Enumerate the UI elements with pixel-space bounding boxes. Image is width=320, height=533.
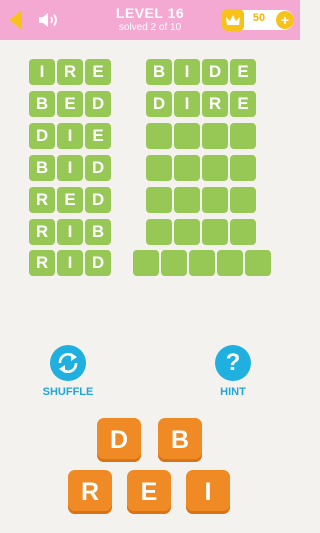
- letter-tile[interactable]: I: [186, 470, 230, 514]
- hint-word-row: IRE: [29, 59, 111, 85]
- empty-slot-tile: [202, 187, 228, 213]
- answer-slot-row: [146, 123, 256, 149]
- empty-slot-tile: [174, 219, 200, 245]
- plus-icon[interactable]: [276, 11, 294, 29]
- coin-count: 50: [252, 12, 266, 24]
- shuffle-button[interactable]: [50, 345, 86, 381]
- word-letter-tile: R: [29, 187, 55, 213]
- shuffle-icon: [58, 352, 78, 374]
- word-letter-tile: D: [29, 123, 55, 149]
- hint-word-row: BED: [29, 91, 111, 117]
- word-letter-tile: E: [57, 187, 83, 213]
- answer-letter-tile: D: [202, 59, 228, 85]
- hint-word-row: DIE: [29, 123, 111, 149]
- empty-slot-tile: [202, 155, 228, 181]
- empty-slot-tile: [174, 155, 200, 181]
- word-letter-tile: D: [85, 187, 111, 213]
- letter-tile[interactable]: E: [127, 470, 171, 514]
- answer-letter-tile: R: [202, 91, 228, 117]
- solved-word-row: DIRE: [146, 91, 256, 117]
- hint-word-row: RED: [29, 187, 111, 213]
- empty-slot-tile: [230, 187, 256, 213]
- word-letter-tile: I: [57, 219, 83, 245]
- empty-slot-tile: [230, 123, 256, 149]
- shuffle-label: SHUFFLE: [42, 386, 94, 398]
- answer-slot-row: [146, 155, 256, 181]
- answer-letter-tile: E: [230, 59, 256, 85]
- answer-slot-row: [133, 250, 271, 276]
- word-letter-tile: B: [29, 155, 55, 181]
- solved-word-row: BIDE: [146, 59, 256, 85]
- crown-icon: [222, 9, 244, 31]
- word-letter-tile: D: [85, 250, 111, 276]
- word-letter-tile: R: [29, 250, 55, 276]
- word-letter-tile: E: [57, 91, 83, 117]
- answer-slot-row: [146, 187, 256, 213]
- word-letter-tile: B: [85, 219, 111, 245]
- word-letter-tile: I: [57, 250, 83, 276]
- word-letter-tile: I: [57, 123, 83, 149]
- empty-slot-tile: [230, 219, 256, 245]
- empty-slot-tile: [202, 219, 228, 245]
- answer-letter-tile: E: [230, 91, 256, 117]
- empty-slot-tile: [146, 155, 172, 181]
- word-letter-tile: D: [85, 155, 111, 181]
- hint-word-row: BID: [29, 155, 111, 181]
- empty-slot-tile: [230, 155, 256, 181]
- answer-letter-tile: I: [174, 59, 200, 85]
- empty-slot-tile: [217, 250, 243, 276]
- question-mark-icon: ?: [225, 349, 241, 376]
- empty-slot-tile: [174, 187, 200, 213]
- answer-letter-tile: I: [174, 91, 200, 117]
- word-letter-tile: D: [85, 91, 111, 117]
- word-letter-tile: B: [29, 91, 55, 117]
- hint-word-row: RID: [29, 250, 111, 276]
- empty-slot-tile: [245, 250, 271, 276]
- empty-slot-tile: [146, 123, 172, 149]
- hint-button[interactable]: ?: [215, 345, 251, 381]
- word-letter-tile: R: [57, 59, 83, 85]
- empty-slot-tile: [202, 123, 228, 149]
- letter-tile[interactable]: B: [158, 418, 202, 462]
- word-letter-tile: R: [29, 219, 55, 245]
- answer-letter-tile: D: [146, 91, 172, 117]
- empty-slot-tile: [174, 123, 200, 149]
- word-letter-tile: I: [57, 155, 83, 181]
- word-letter-tile: I: [29, 59, 55, 85]
- empty-slot-tile: [161, 250, 187, 276]
- letter-tile[interactable]: D: [97, 418, 141, 462]
- answer-slot-row: [146, 219, 256, 245]
- answer-letter-tile: B: [146, 59, 172, 85]
- word-letter-tile: E: [85, 59, 111, 85]
- letter-tile[interactable]: R: [68, 470, 112, 514]
- empty-slot-tile: [189, 250, 215, 276]
- empty-slot-tile: [133, 250, 159, 276]
- hint-word-row: RIB: [29, 219, 111, 245]
- empty-slot-tile: [146, 219, 172, 245]
- hint-label: HINT: [220, 386, 246, 398]
- word-letter-tile: E: [85, 123, 111, 149]
- empty-slot-tile: [146, 187, 172, 213]
